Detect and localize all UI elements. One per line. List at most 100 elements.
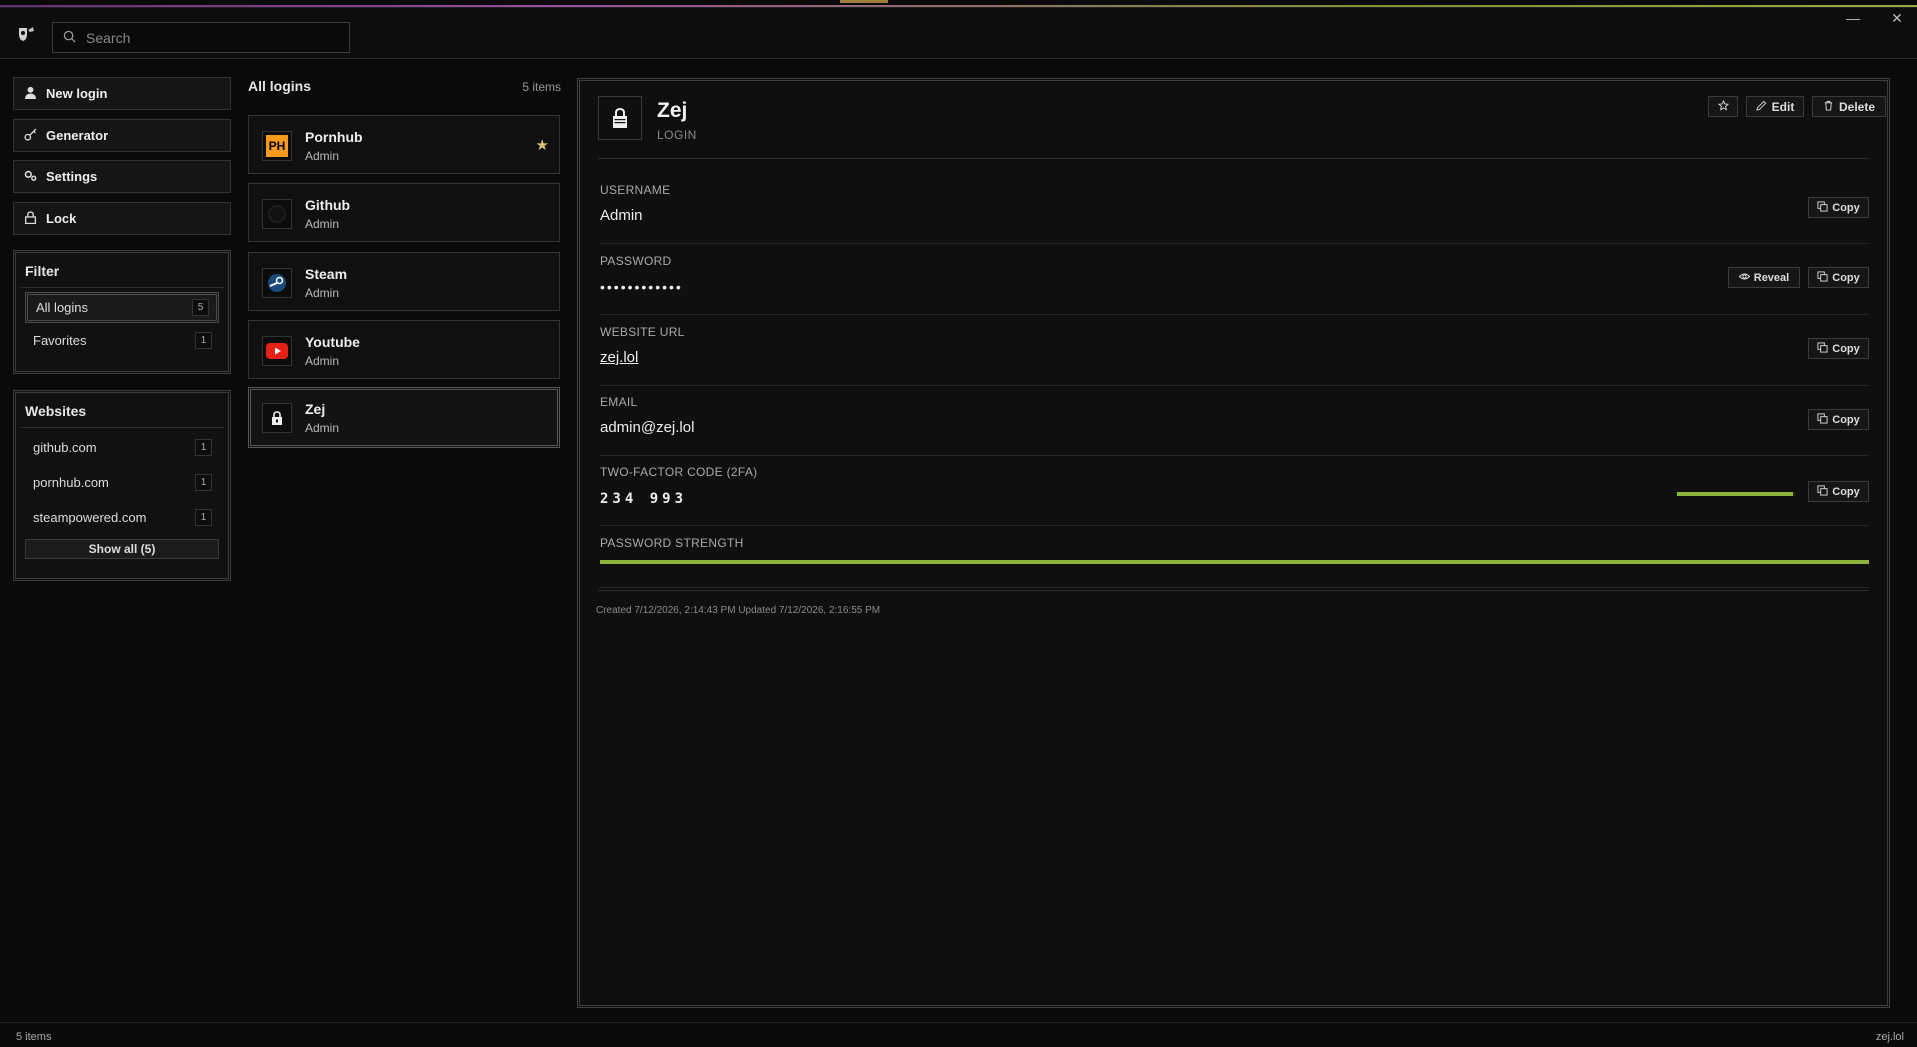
website-item-pornhub[interactable]: pornhub.com 1	[25, 467, 219, 498]
close-button[interactable]: ✕	[1887, 10, 1907, 27]
title-bar: — ✕	[0, 7, 1917, 59]
top-accent-bar	[0, 0, 1917, 7]
lock-button[interactable]: Lock	[13, 202, 231, 235]
search-input[interactable]	[86, 29, 326, 46]
login-item-username: Admin	[305, 286, 340, 300]
copy-icon	[1817, 484, 1828, 499]
login-item-username: Admin	[305, 217, 340, 231]
show-all-websites-button[interactable]: Show all (5)	[25, 539, 219, 559]
eye-icon	[1738, 271, 1750, 285]
field-label: PASSWORD STRENGTH	[600, 536, 744, 550]
copy-url-button[interactable]: Copy	[1808, 338, 1869, 359]
status-bar: 5 items zej.lol	[0, 1022, 1917, 1047]
lock-label: Lock	[46, 211, 77, 226]
new-login-button[interactable]: New login	[13, 77, 231, 110]
copy-icon	[1817, 200, 1828, 215]
field-label: EMAIL	[600, 395, 638, 409]
copy-label: Copy	[1832, 201, 1860, 214]
delete-button[interactable]: Delete	[1812, 96, 1886, 117]
copy-password-button[interactable]: Copy	[1808, 267, 1869, 288]
login-item-username: Admin	[305, 354, 340, 368]
count-badge: 1	[195, 332, 212, 349]
settings-label: Settings	[46, 169, 98, 184]
list-count: 5 items	[522, 80, 561, 94]
star-outline-icon	[1717, 99, 1729, 114]
email-value[interactable]: admin@zej.lol	[600, 419, 694, 436]
trash-icon	[1823, 100, 1834, 114]
website-item-label: steampowered.com	[33, 510, 147, 525]
detail-title: Zej	[657, 99, 688, 122]
lock-icon	[262, 403, 292, 433]
username-value[interactable]: Admin	[600, 207, 643, 224]
totp-code-value[interactable]: 234 993	[600, 491, 687, 507]
copy-label: Copy	[1832, 485, 1860, 498]
totp-timer-fill	[1677, 492, 1793, 496]
copy-label: Copy	[1832, 271, 1860, 284]
login-item-name: Steam	[305, 266, 348, 282]
login-item-username: Admin	[305, 421, 340, 435]
field-label: TWO-FACTOR CODE (2FA)	[600, 465, 758, 479]
website-item-github[interactable]: github.com 1	[25, 432, 219, 463]
field-label: WEBSITE URL	[600, 325, 685, 339]
search-box[interactable]	[52, 22, 350, 53]
favorite-star-icon[interactable]: ★	[536, 136, 549, 154]
website-item-label: github.com	[33, 440, 97, 455]
copy-username-button[interactable]: Copy	[1808, 197, 1869, 218]
login-item-steam[interactable]: Steam Admin	[248, 252, 560, 311]
count-badge: 1	[195, 439, 212, 456]
steam-icon	[262, 268, 292, 298]
copy-label: Copy	[1832, 342, 1860, 355]
password-strength-field: PASSWORD STRENGTH	[600, 527, 1869, 588]
generator-label: Generator	[46, 128, 109, 143]
edit-label: Edit	[1771, 99, 1795, 114]
website-url-field: WEBSITE URL zej.lol Copy	[600, 316, 1869, 386]
two-factor-field: TWO-FACTOR CODE (2FA) 234 993 Copy	[600, 456, 1869, 526]
favorite-button[interactable]	[1708, 96, 1738, 117]
copy-email-button[interactable]: Copy	[1808, 409, 1869, 430]
password-strength-fill	[600, 560, 1869, 564]
filter-item-all-logins[interactable]: All logins 5	[25, 292, 219, 323]
footer-divider	[598, 590, 1869, 591]
totp-timer-bar	[1677, 492, 1795, 496]
copy-icon	[1817, 412, 1828, 427]
list-header: All logins 5 items	[248, 78, 561, 94]
search-icon	[63, 30, 76, 46]
copy-totp-button[interactable]: Copy	[1808, 481, 1869, 502]
timestamps-text: Created 7/12/2026, 2:14:43 PM Updated 7/…	[596, 605, 881, 616]
edit-button[interactable]: Edit	[1746, 96, 1804, 117]
filter-item-label: All logins	[36, 300, 89, 315]
login-item-name: Github	[305, 197, 351, 213]
email-field: EMAIL admin@zej.lol Copy	[600, 386, 1869, 456]
login-item-name: Youtube	[305, 334, 360, 350]
reveal-password-button[interactable]: Reveal	[1728, 267, 1800, 288]
app-logo-icon	[16, 25, 38, 45]
login-item-youtube[interactable]: Youtube Admin	[248, 320, 560, 379]
field-label: USERNAME	[600, 183, 671, 197]
detail-type: LOGIN	[657, 128, 697, 142]
filter-item-label: Favorites	[33, 333, 87, 348]
website-item-steampowered[interactable]: steampowered.com 1	[25, 502, 219, 533]
password-value[interactable]: ••••••••••••	[600, 279, 683, 295]
login-item-name: Zej	[305, 401, 326, 417]
delete-label: Delete	[1838, 99, 1876, 114]
filter-panel: Filter All logins 5 Favorites 1	[13, 250, 231, 374]
filter-title: Filter	[20, 253, 224, 288]
lock-icon	[598, 96, 642, 140]
generator-button[interactable]: Generator	[13, 119, 231, 152]
login-item-name: Pornhub	[305, 129, 363, 145]
count-badge: 5	[192, 299, 209, 316]
status-domain: zej.lol	[1875, 1031, 1904, 1043]
new-login-label: New login	[46, 86, 108, 101]
login-item-pornhub[interactable]: PH Pornhub Admin ★	[248, 115, 560, 174]
copy-icon	[1817, 341, 1828, 356]
count-badge: 1	[195, 509, 212, 526]
website-url-link[interactable]: zej.lol	[600, 349, 638, 366]
minimize-button[interactable]: —	[1843, 10, 1863, 26]
login-item-github[interactable]: Github Admin	[248, 183, 560, 242]
github-icon	[262, 199, 292, 229]
username-field: USERNAME Admin Copy	[600, 174, 1869, 244]
login-item-zej[interactable]: Zej Admin	[248, 387, 560, 448]
pornhub-icon-text: PH	[266, 135, 288, 157]
filter-item-favorites[interactable]: Favorites 1	[25, 325, 219, 356]
settings-button[interactable]: Settings	[13, 160, 231, 193]
